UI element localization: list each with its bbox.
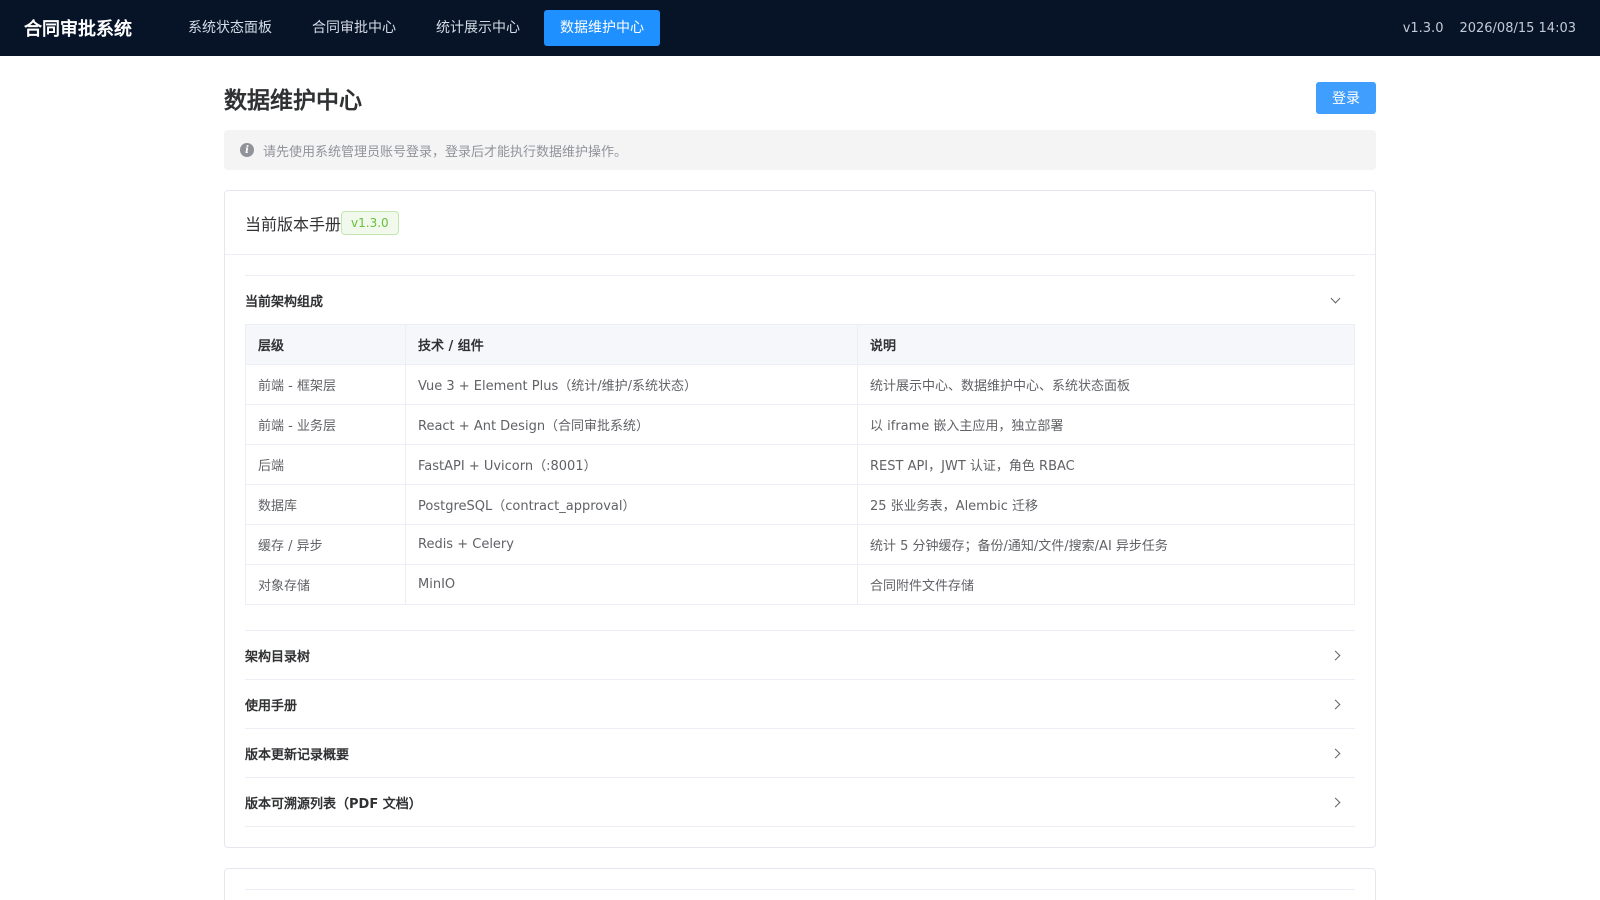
- table-row: 数据库 PostgreSQL（contract_approval） 25 张业务…: [245, 484, 1355, 525]
- column-header-description: 说明: [857, 324, 1355, 365]
- table-cell: 前端 - 框架层: [245, 364, 406, 405]
- table-cell: React + Ant Design（合同审批系统）: [405, 404, 858, 445]
- table-row: 前端 - 业务层 React + Ant Design（合同审批系统） 以 if…: [245, 404, 1355, 445]
- collapse-title: 架构目录树: [245, 649, 311, 665]
- table-cell: 数据库: [245, 484, 406, 525]
- column-header-layer: 层级: [245, 324, 406, 365]
- app-version: v1.3.0: [1402, 20, 1444, 36]
- table-cell: 统计展示中心、数据维护中心、系统状态面板: [857, 364, 1355, 405]
- collapse-header-traceable-versions[interactable]: 版本可溯源列表（PDF 文档）: [245, 778, 1355, 826]
- nav-tab-statistics[interactable]: 统计展示中心: [420, 10, 536, 46]
- column-header-tech: 技术 / 组件: [405, 324, 858, 365]
- table-cell: 缓存 / 异步: [245, 524, 406, 565]
- card-divider: [245, 889, 1355, 890]
- notice-text: 请先使用系统管理员账号登录，登录后才能执行数据维护操作。: [263, 144, 628, 160]
- chevron-right-icon: [1330, 797, 1341, 807]
- collapse-title: 当前架构组成: [245, 294, 324, 310]
- version-manual-card: 当前版本手册 v1.3.0 当前架构组成 层级 技术 / 组件 说明 前端 - …: [224, 190, 1376, 848]
- collapse-item-traceable-versions: 版本可溯源列表（PDF 文档）: [245, 778, 1355, 827]
- table-cell: MinIO: [405, 564, 858, 605]
- table-cell: 后端: [245, 444, 406, 485]
- table-row: 对象存储 MinIO 合同附件文件存储: [245, 564, 1355, 605]
- collapse-title: 版本可溯源列表（PDF 文档）: [245, 796, 422, 812]
- chevron-down-icon: [1330, 293, 1341, 303]
- table-cell: 合同附件文件存储: [857, 564, 1355, 605]
- login-button[interactable]: 登录: [1316, 82, 1376, 114]
- table-row: 缓存 / 异步 Redis + Celery 统计 5 分钟缓存；备份/通知/文…: [245, 524, 1355, 565]
- top-navigation-bar: 合同审批系统 系统状态面板 合同审批中心 统计展示中心 数据维护中心 v1.3.…: [0, 0, 1600, 56]
- current-datetime: 2026/08/15 14:03: [1459, 20, 1576, 36]
- collapse-header-user-manual[interactable]: 使用手册: [245, 680, 1355, 728]
- collapse-item-directory-tree: 架构目录树: [245, 631, 1355, 680]
- collapse-content-architecture: 层级 技术 / 组件 说明 前端 - 框架层 Vue 3 + Element P…: [245, 324, 1355, 630]
- collapse-header-changelog[interactable]: 版本更新记录概要: [245, 729, 1355, 777]
- manual-collapse: 当前架构组成 层级 技术 / 组件 说明 前端 - 框架层 Vue 3 + El…: [245, 275, 1355, 827]
- table-cell: 前端 - 业务层: [245, 404, 406, 445]
- collapse-title: 使用手册: [245, 698, 298, 714]
- collapse-item-architecture: 当前架构组成 层级 技术 / 组件 说明 前端 - 框架层 Vue 3 + El…: [245, 276, 1355, 631]
- version-tag: v1.3.0: [341, 210, 399, 235]
- main-content: 数据维护中心 登录 i 请先使用系统管理员账号登录，登录后才能执行数据维护操作。…: [224, 56, 1376, 900]
- chevron-right-icon: [1330, 650, 1341, 660]
- card-header: 当前版本手册 v1.3.0: [225, 191, 1375, 255]
- topbar-status: v1.3.0 2026/08/15 14:03: [1403, 21, 1576, 36]
- table-cell: PostgreSQL（contract_approval）: [405, 484, 858, 525]
- collapse-item-changelog: 版本更新记录概要: [245, 729, 1355, 778]
- collapse-header-architecture[interactable]: 当前架构组成: [245, 276, 1355, 324]
- page-title: 数据维护中心: [224, 88, 362, 114]
- table-row: 前端 - 框架层 Vue 3 + Element Plus（统计/维护/系统状态…: [245, 364, 1355, 405]
- main-nav: 系统状态面板 合同审批中心 统计展示中心 数据维护中心: [172, 10, 668, 46]
- nav-tab-data-maintenance[interactable]: 数据维护中心: [544, 10, 660, 46]
- table-cell: 对象存储: [245, 564, 406, 605]
- nav-tab-contract-approval[interactable]: 合同审批中心: [296, 10, 412, 46]
- table-cell: REST API，JWT 认证，角色 RBAC: [857, 444, 1355, 485]
- app-brand[interactable]: 合同审批系统: [24, 15, 132, 41]
- card-body: 当前架构组成 层级 技术 / 组件 说明 前端 - 框架层 Vue 3 + El…: [225, 255, 1375, 847]
- collapse-title: 版本更新记录概要: [245, 747, 350, 763]
- info-circle-icon: i: [240, 143, 254, 157]
- table-cell: 以 iframe 嵌入主应用，独立部署: [857, 404, 1355, 445]
- card-title: 当前版本手册: [245, 214, 342, 234]
- chevron-right-icon: [1330, 748, 1341, 758]
- secondary-card: [224, 868, 1376, 900]
- collapse-header-directory-tree[interactable]: 架构目录树: [245, 631, 1355, 679]
- table-cell: Redis + Celery: [405, 524, 858, 565]
- collapse-item-user-manual: 使用手册: [245, 680, 1355, 729]
- nav-tab-system-status[interactable]: 系统状态面板: [172, 10, 288, 46]
- table-cell: 统计 5 分钟缓存；备份/通知/文件/搜索/AI 异步任务: [857, 524, 1355, 565]
- page-header: 数据维护中心 登录: [224, 82, 1376, 114]
- table-header-row: 层级 技术 / 组件 说明: [245, 324, 1355, 365]
- table-row: 后端 FastAPI + Uvicorn（:8001） REST API，JWT…: [245, 444, 1355, 485]
- table-cell: FastAPI + Uvicorn（:8001）: [405, 444, 858, 485]
- table-cell: 25 张业务表，Alembic 迁移: [857, 484, 1355, 525]
- chevron-right-icon: [1330, 699, 1341, 709]
- login-notice: i 请先使用系统管理员账号登录，登录后才能执行数据维护操作。: [224, 130, 1376, 170]
- table-cell: Vue 3 + Element Plus（统计/维护/系统状态）: [405, 364, 858, 405]
- architecture-table: 层级 技术 / 组件 说明 前端 - 框架层 Vue 3 + Element P…: [245, 324, 1355, 605]
